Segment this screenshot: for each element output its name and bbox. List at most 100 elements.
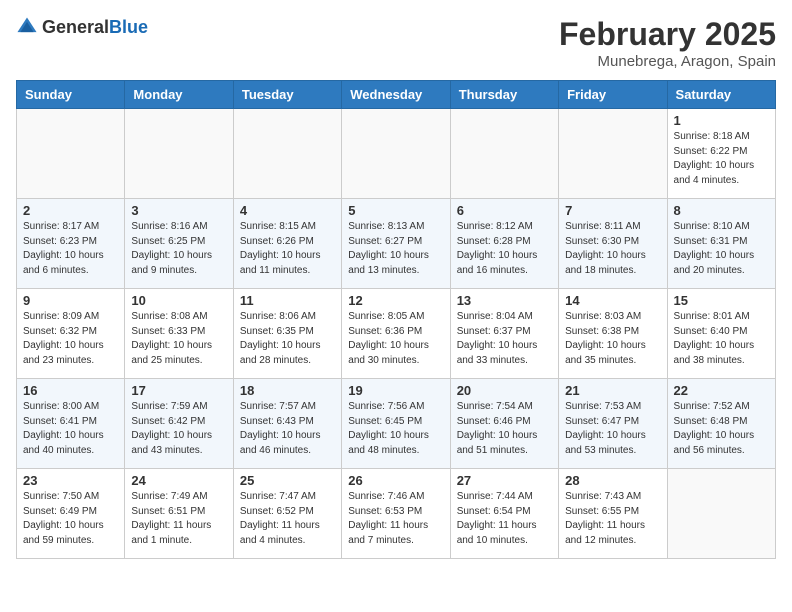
calendar-week-row: 9 Sunrise: 8:09 AMSunset: 6:32 PMDaylight…: [17, 289, 776, 379]
day-number: 20: [457, 383, 552, 398]
calendar-cell: 16 Sunrise: 8:00 AMSunset: 6:41 PMDayligh…: [17, 379, 125, 469]
calendar-cell: 11Sunrise: 8:06 AMSunset: 6:35 PMDayligh…: [233, 289, 341, 379]
day-info: Sunrise: 7:43 AMSunset: 6:55 PMDaylight:…: [565, 490, 660, 548]
weekday-header-friday: Friday: [559, 81, 667, 109]
calendar-cell: 14 Sunrise: 8:03 AMSunset: 6:38 PMDayligh…: [559, 289, 667, 379]
calendar-week-row: 16 Sunrise: 8:00 AMSunset: 6:41 PMDayligh…: [17, 379, 776, 469]
day-number: 11: [240, 293, 335, 308]
calendar-cell: 20 Sunrise: 7:54 AMSunset: 6:46 PMDayligh…: [450, 379, 558, 469]
calendar-cell: 7Sunrise: 8:11 AMSunset: 6:30 PMDaylight…: [559, 199, 667, 289]
calendar-cell: 1 Sunrise: 8:18 AMSunset: 6:22 PMDaylight…: [667, 109, 775, 199]
calendar-cell: 28 Sunrise: 7:43 AMSunset: 6:55 PMDayligh…: [559, 469, 667, 559]
weekday-header-row: SundayMondayTuesdayWednesdayThursdayFrid…: [17, 81, 776, 109]
calendar-week-row: 23 Sunrise: 7:50 AMSunset: 6:49 PMDayligh…: [17, 469, 776, 559]
day-info: Sunrise: 7:44 AMSunset: 6:54 PMDaylight:…: [457, 490, 552, 548]
day-number: 2: [23, 203, 118, 218]
logo: GeneralBlue: [16, 16, 148, 38]
day-info: Sunrise: 7:53 AMSunset: 6:47 PMDaylight:…: [565, 400, 660, 458]
calendar-cell: [125, 109, 233, 199]
location: Munebrega, Aragon, Spain: [559, 53, 776, 70]
calendar-cell: [342, 109, 450, 199]
day-info: Sunrise: 7:54 AMSunset: 6:46 PMDaylight:…: [457, 400, 552, 458]
day-info: Sunrise: 8:17 AMSunset: 6:23 PMDaylight:…: [23, 220, 118, 278]
calendar-cell: 19Sunrise: 7:56 AMSunset: 6:45 PMDayligh…: [342, 379, 450, 469]
month-title: February 2025: [559, 16, 776, 53]
weekday-header-saturday: Saturday: [667, 81, 775, 109]
weekday-header-tuesday: Tuesday: [233, 81, 341, 109]
title-block: February 2025 Munebrega, Aragon, Spain: [559, 16, 776, 70]
day-number: 1: [674, 113, 769, 128]
calendar-cell: 12Sunrise: 8:05 AMSunset: 6:36 PMDayligh…: [342, 289, 450, 379]
day-info: Sunrise: 7:49 AMSunset: 6:51 PMDaylight:…: [131, 490, 226, 548]
calendar-cell: 6Sunrise: 8:12 AMSunset: 6:28 PMDaylight…: [450, 199, 558, 289]
day-number: 23: [23, 473, 118, 488]
calendar-week-row: 2 Sunrise: 8:17 AMSunset: 6:23 PMDaylight…: [17, 199, 776, 289]
logo-general: General: [42, 17, 109, 37]
day-info: Sunrise: 7:50 AMSunset: 6:49 PMDaylight:…: [23, 490, 118, 548]
weekday-header-wednesday: Wednesday: [342, 81, 450, 109]
calendar-cell: 24 Sunrise: 7:49 AMSunset: 6:51 PMDayligh…: [125, 469, 233, 559]
calendar-cell: [17, 109, 125, 199]
logo-icon: [16, 16, 38, 38]
calendar-cell: 4 Sunrise: 8:15 AMSunset: 6:26 PMDaylight…: [233, 199, 341, 289]
calendar-cell: 17Sunrise: 7:59 AMSunset: 6:42 PMDayligh…: [125, 379, 233, 469]
calendar-cell: 27 Sunrise: 7:44 AMSunset: 6:54 PMDayligh…: [450, 469, 558, 559]
calendar-cell: 18Sunrise: 7:57 AMSunset: 6:43 PMDayligh…: [233, 379, 341, 469]
day-number: 8: [674, 203, 769, 218]
calendar-cell: 3 Sunrise: 8:16 AMSunset: 6:25 PMDaylight…: [125, 199, 233, 289]
calendar-cell: 26Sunrise: 7:46 AMSunset: 6:53 PMDayligh…: [342, 469, 450, 559]
day-info: Sunrise: 8:12 AMSunset: 6:28 PMDaylight:…: [457, 220, 552, 278]
day-number: 25: [240, 473, 335, 488]
day-number: 3: [131, 203, 226, 218]
day-number: 4: [240, 203, 335, 218]
day-info: Sunrise: 7:59 AMSunset: 6:42 PMDaylight:…: [131, 400, 226, 458]
calendar-cell: [667, 469, 775, 559]
calendar-cell: [450, 109, 558, 199]
calendar-cell: [233, 109, 341, 199]
day-number: 18: [240, 383, 335, 398]
weekday-header-sunday: Sunday: [17, 81, 125, 109]
day-info: Sunrise: 8:16 AMSunset: 6:25 PMDaylight:…: [131, 220, 226, 278]
day-number: 5: [348, 203, 443, 218]
weekday-header-thursday: Thursday: [450, 81, 558, 109]
day-number: 24: [131, 473, 226, 488]
calendar-cell: 10 Sunrise: 8:08 AMSunset: 6:33 PMDayligh…: [125, 289, 233, 379]
day-number: 15: [674, 293, 769, 308]
calendar-cell: 22 Sunrise: 7:52 AMSunset: 6:48 PMDayligh…: [667, 379, 775, 469]
day-info: Sunrise: 8:09 AMSunset: 6:32 PMDaylight:…: [23, 310, 118, 368]
day-number: 16: [23, 383, 118, 398]
logo-text: GeneralBlue: [42, 17, 148, 38]
day-number: 9: [23, 293, 118, 308]
calendar-week-row: 1 Sunrise: 8:18 AMSunset: 6:22 PMDaylight…: [17, 109, 776, 199]
day-info: Sunrise: 8:08 AMSunset: 6:33 PMDaylight:…: [131, 310, 226, 368]
calendar-cell: 25 Sunrise: 7:47 AMSunset: 6:52 PMDayligh…: [233, 469, 341, 559]
day-info: Sunrise: 8:00 AMSunset: 6:41 PMDaylight:…: [23, 400, 118, 458]
weekday-header-monday: Monday: [125, 81, 233, 109]
day-info: Sunrise: 8:13 AMSunset: 6:27 PMDaylight:…: [348, 220, 443, 278]
day-number: 28: [565, 473, 660, 488]
day-number: 13: [457, 293, 552, 308]
calendar-cell: 21 Sunrise: 7:53 AMSunset: 6:47 PMDayligh…: [559, 379, 667, 469]
day-info: Sunrise: 8:15 AMSunset: 6:26 PMDaylight:…: [240, 220, 335, 278]
calendar-cell: 2 Sunrise: 8:17 AMSunset: 6:23 PMDaylight…: [17, 199, 125, 289]
day-number: 19: [348, 383, 443, 398]
day-number: 10: [131, 293, 226, 308]
day-number: 14: [565, 293, 660, 308]
calendar-cell: 5 Sunrise: 8:13 AMSunset: 6:27 PMDaylight…: [342, 199, 450, 289]
day-number: 27: [457, 473, 552, 488]
calendar-table: SundayMondayTuesdayWednesdayThursdayFrid…: [16, 80, 776, 559]
day-info: Sunrise: 7:52 AMSunset: 6:48 PMDaylight:…: [674, 400, 769, 458]
day-info: Sunrise: 8:04 AMSunset: 6:37 PMDaylight:…: [457, 310, 552, 368]
day-info: Sunrise: 8:05 AMSunset: 6:36 PMDaylight:…: [348, 310, 443, 368]
day-number: 22: [674, 383, 769, 398]
day-info: Sunrise: 8:03 AMSunset: 6:38 PMDaylight:…: [565, 310, 660, 368]
day-info: Sunrise: 7:46 AMSunset: 6:53 PMDaylight:…: [348, 490, 443, 548]
day-info: Sunrise: 8:18 AMSunset: 6:22 PMDaylight:…: [674, 130, 769, 188]
calendar-cell: [559, 109, 667, 199]
calendar-cell: 8Sunrise: 8:10 AMSunset: 6:31 PMDaylight…: [667, 199, 775, 289]
page-header: GeneralBlue February 2025 Munebrega, Ara…: [16, 16, 776, 70]
calendar-cell: 9 Sunrise: 8:09 AMSunset: 6:32 PMDaylight…: [17, 289, 125, 379]
day-info: Sunrise: 7:47 AMSunset: 6:52 PMDaylight:…: [240, 490, 335, 548]
calendar-cell: 13 Sunrise: 8:04 AMSunset: 6:37 PMDayligh…: [450, 289, 558, 379]
day-number: 21: [565, 383, 660, 398]
